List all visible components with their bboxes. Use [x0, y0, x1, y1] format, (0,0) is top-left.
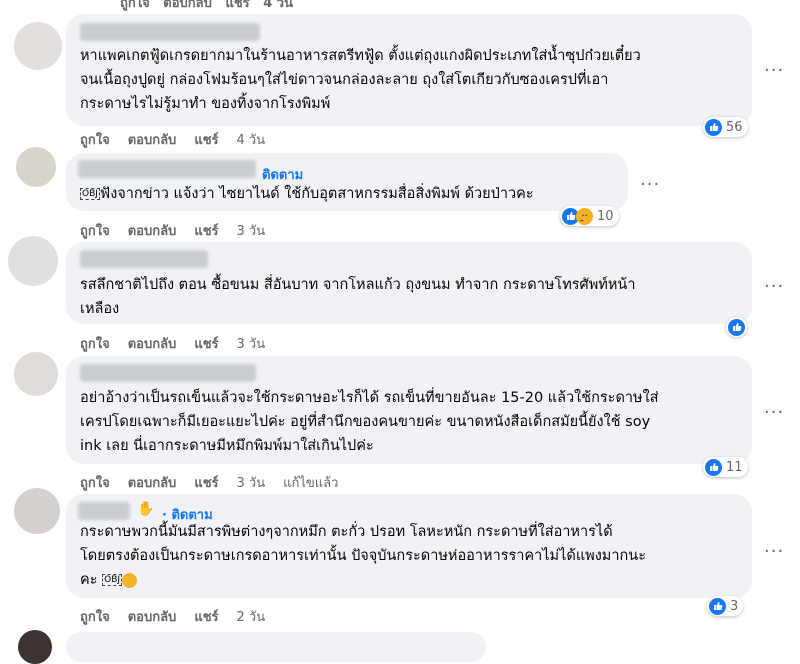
commenter-name[interactable] [80, 23, 260, 41]
reaction-summary[interactable] [726, 317, 747, 337]
like-button[interactable]: ถูกใจ [80, 333, 110, 354]
comment-actions: ถูกใจ ตอบกลับ แชร์ 4 วัน [80, 129, 265, 150]
comment-time[interactable]: 2 วัน [237, 606, 266, 627]
more-options-icon[interactable]: ··· [640, 174, 660, 195]
more-options-icon[interactable]: ··· [764, 276, 784, 297]
reaction-count: 3 [730, 598, 739, 614]
comment-text: รสลึกชาติไปถึง ตอน ซื้อขนม สี่อันบาท จาก… [80, 277, 636, 317]
commenter-name[interactable] [78, 502, 130, 520]
edited-label: แก้ไขแล้ว [283, 476, 339, 491]
comment-actions: ถูกใจ ตอบกลับ แชร์ 3 วัน [80, 220, 265, 241]
share-button[interactable]: แชร์ [194, 333, 218, 354]
more-options-icon[interactable]: ··· [764, 60, 784, 81]
commenter-name[interactable] [80, 364, 256, 382]
avatar[interactable] [8, 236, 58, 286]
more-options-icon[interactable]: ··· [764, 541, 784, 562]
comment-text: หาแพคเกตฟู้ดเกรดยากมาในร้านอาหารสตรีทฟู้… [80, 48, 641, 112]
reply-button[interactable]: ตอบกลับ [128, 129, 177, 150]
share-button[interactable]: แชร์ [194, 220, 218, 241]
avatar[interactable] [18, 630, 52, 664]
comment-text: OBJ ฟังจากข่าว แจ้งว่า ไซยาไนด์ ใช้กับอุต… [80, 186, 534, 202]
reply-button[interactable]: ตอบกลับ [128, 220, 177, 241]
comment-bubble [66, 632, 486, 662]
avatar[interactable] [14, 488, 60, 534]
commenter-name[interactable] [78, 160, 256, 178]
commenter-name[interactable] [80, 250, 208, 268]
share-button[interactable]: แชร์ [194, 472, 218, 493]
smile-emoji-icon [122, 572, 138, 588]
comment-text: อย่าอ้างว่าเป็นรถเข็นแล้วจะใช้กระดาษอะไร… [80, 390, 659, 454]
comment-actions: ถูกใจ ตอบกลับ แชร์ 3 วัน แก้ไขแล้ว [80, 472, 338, 493]
like-icon [728, 318, 745, 336]
reply-button[interactable]: ตอบกลับ [128, 333, 177, 354]
like-button[interactable]: ถูกใจ [80, 220, 110, 241]
share-button[interactable]: แชร์ [194, 606, 218, 627]
like-icon [709, 597, 726, 615]
reaction-count: 11 [726, 459, 743, 475]
reaction-summary[interactable]: ·̯· 10 [560, 206, 619, 226]
reaction-summary[interactable]: 56 [703, 117, 748, 137]
like-button[interactable]: ถูกใจ [80, 606, 110, 627]
comment-actions: ถูกใจ ตอบกลับ แชร์ 3 วัน [80, 333, 265, 354]
like-button[interactable]: ถูกใจ [80, 472, 110, 493]
avatar[interactable] [16, 147, 56, 187]
sad-icon: ·̯· [576, 207, 593, 225]
reaction-count: 56 [726, 119, 743, 135]
avatar[interactable] [14, 22, 62, 70]
like-icon [705, 458, 722, 476]
reply-button[interactable]: ตอบกลับ [128, 606, 177, 627]
share-button[interactable]: แชร์ [194, 129, 218, 150]
comment-time[interactable]: 3 วัน [237, 472, 266, 493]
previous-comment-actions: ถูกใจ ตอบกลับ แชร์ 4 วัน [120, 0, 293, 11]
comment-time[interactable]: 4 วัน [237, 129, 266, 150]
comment-text: กระดาษพวกนี้มันมีสารพิษต่างๆจากหมึก ตะกั… [80, 524, 646, 588]
more-options-icon[interactable]: ··· [764, 402, 784, 423]
comment-actions: ถูกใจ ตอบกลับ แชร์ 2 วัน [80, 606, 265, 627]
comment-time[interactable]: 3 วัน [237, 220, 266, 241]
reaction-summary[interactable]: 3 [707, 596, 744, 616]
reaction-count: 10 [597, 208, 614, 224]
like-icon [705, 118, 722, 136]
avatar[interactable] [14, 352, 58, 396]
like-button[interactable]: ถูกใจ [80, 129, 110, 150]
obj-glyph: OBJ [80, 188, 100, 200]
reply-button[interactable]: ตอบกลับ [128, 472, 177, 493]
comment-time[interactable]: 3 วัน [237, 333, 266, 354]
obj-glyph: OBJ [102, 574, 123, 586]
hand-wave-icon: ✋ [137, 501, 155, 517]
reaction-summary[interactable]: 11 [703, 457, 748, 477]
